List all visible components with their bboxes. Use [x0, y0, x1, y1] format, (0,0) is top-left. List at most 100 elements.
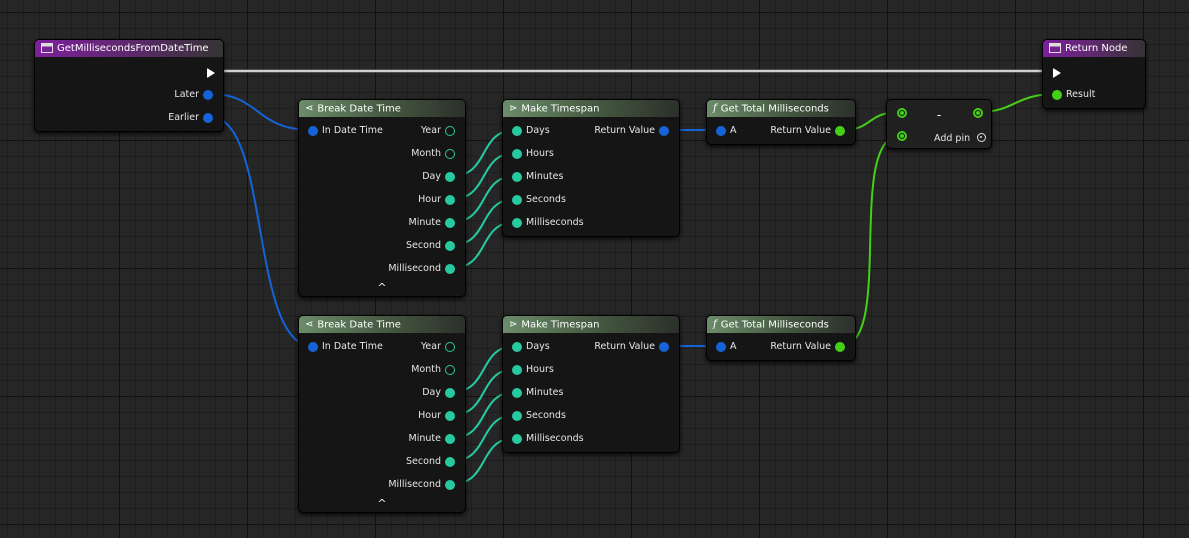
later-pin-label: Later — [174, 89, 199, 100]
millisecond-pin-2[interactable]: Millisecond — [375, 478, 455, 492]
second-label: Second — [406, 240, 441, 251]
get-total-ms-node-1[interactable]: f Get Total Milliseconds A Return Value — [706, 99, 856, 145]
minutes-pin-2[interactable]: Minutes — [512, 386, 582, 400]
int-pin-icon — [445, 434, 455, 444]
seconds-label: Seconds — [526, 410, 566, 421]
hour-pin-1[interactable]: Hour — [385, 193, 455, 207]
int-pin-icon — [512, 218, 522, 228]
day-pin-1[interactable]: Day — [385, 170, 455, 184]
int-pin-icon — [445, 457, 455, 467]
seconds-label: Seconds — [526, 194, 566, 205]
int-pin-icon — [445, 218, 455, 228]
in-date-time-label: In Date Time — [322, 125, 383, 136]
seconds-pin-1[interactable]: Seconds — [512, 193, 582, 207]
make-timespan-node-2[interactable]: ⋗ Make Timespan Days Hours Minutes Second… — [502, 315, 680, 453]
break-date-time-header-1[interactable]: ⋖ Break Date Time — [299, 100, 465, 117]
make-timespan-title-1: Make Timespan — [521, 103, 600, 115]
int-pin-icon — [445, 388, 455, 398]
int-pin-icon — [445, 480, 455, 490]
hours-pin-2[interactable]: Hours — [512, 363, 582, 377]
make-struct-icon: ⋗ — [509, 319, 518, 330]
collapse-arrow-button[interactable]: ^ — [299, 497, 465, 510]
int-pin-icon — [445, 264, 455, 274]
struct-pin-icon — [659, 342, 669, 352]
year-pin-2[interactable]: Year — [385, 340, 455, 354]
milliseconds-label: Milliseconds — [526, 433, 584, 444]
timespan-return-pin-1[interactable]: Return Value — [579, 124, 669, 138]
return-value-label: Return Value — [770, 341, 831, 352]
minute-pin-1[interactable]: Minute — [385, 216, 455, 230]
get-total-ms-header-1[interactable]: f Get Total Milliseconds — [707, 100, 855, 117]
make-timespan-header-2[interactable]: ⋗ Make Timespan — [503, 316, 679, 333]
function-entry-header[interactable]: GetMillisecondsFromDateTime — [35, 40, 223, 57]
subtract-output-pin[interactable] — [969, 106, 983, 120]
get-total-ms-node-2[interactable]: f Get Total Milliseconds A Return Value — [706, 315, 856, 361]
int-pin-icon — [512, 342, 522, 352]
result-pin[interactable]: Result — [1052, 88, 1132, 102]
int-pin-icon — [445, 172, 455, 182]
return-value-label: Return Value — [594, 125, 655, 136]
subtract-node[interactable]: - Add pin — [886, 99, 992, 149]
make-timespan-node-1[interactable]: ⋗ Make Timespan Days Hours Minutes Second… — [502, 99, 680, 237]
total-ms-return-pin-1[interactable]: Return Value — [755, 124, 845, 138]
return-node-header[interactable]: Return Node — [1043, 40, 1145, 57]
get-total-ms-title-2: Get Total Milliseconds — [720, 319, 829, 331]
a-label: A — [730, 341, 737, 352]
year-pin-1[interactable]: Year — [385, 124, 455, 138]
minute-pin-2[interactable]: Minute — [385, 432, 455, 446]
exec-out-pin[interactable] — [195, 66, 215, 80]
add-pin-label: Add pin — [934, 133, 971, 144]
get-total-ms-header-2[interactable]: f Get Total Milliseconds — [707, 316, 855, 333]
month-pin-1[interactable]: Month — [385, 147, 455, 161]
collapse-arrow-button[interactable]: ^ — [299, 281, 465, 294]
day-pin-2[interactable]: Day — [385, 386, 455, 400]
exec-in-pin[interactable] — [1053, 66, 1073, 80]
total-ms-a-pin-2[interactable]: A — [716, 340, 746, 354]
function-entry-node[interactable]: GetMillisecondsFromDateTime Later Earlie… — [34, 39, 224, 132]
exec-pin-icon — [1053, 68, 1061, 78]
int-pin-icon — [445, 241, 455, 251]
total-ms-return-pin-2[interactable]: Return Value — [755, 340, 845, 354]
timespan-return-pin-2[interactable]: Return Value — [579, 340, 669, 354]
hours-pin-1[interactable]: Hours — [512, 147, 582, 161]
milliseconds-pin-2[interactable]: Milliseconds — [512, 432, 592, 446]
later-pin[interactable]: Later — [133, 88, 213, 102]
break-struct-icon: ⋖ — [305, 319, 314, 330]
struct-pin-icon — [716, 126, 726, 136]
millisecond-label: Millisecond — [388, 479, 441, 490]
break-date-time-node-1[interactable]: ⋖ Break Date Time In Date Time Year Month… — [298, 99, 466, 297]
int-pin-icon — [512, 434, 522, 444]
second-pin-1[interactable]: Second — [385, 239, 455, 253]
break-date-time-header-2[interactable]: ⋖ Break Date Time — [299, 316, 465, 333]
int-pin-icon — [445, 195, 455, 205]
days-pin-2[interactable]: Days — [512, 340, 582, 354]
minutes-pin-1[interactable]: Minutes — [512, 170, 582, 184]
break-date-time-title-2: Break Date Time — [317, 319, 401, 331]
make-timespan-header-1[interactable]: ⋗ Make Timespan — [503, 100, 679, 117]
int-pin-icon — [512, 195, 522, 205]
millisecond-pin-1[interactable]: Millisecond — [375, 262, 455, 276]
month-pin-2[interactable]: Month — [385, 363, 455, 377]
month-label: Month — [411, 148, 441, 159]
int-pin-icon — [512, 172, 522, 182]
add-pin-button[interactable]: Add pin — [934, 132, 994, 146]
break-date-time-node-2[interactable]: ⋖ Break Date Time In Date Time Year Month… — [298, 315, 466, 513]
float-pin-icon — [1052, 90, 1062, 100]
return-node[interactable]: Return Node Result — [1042, 39, 1146, 109]
month-label: Month — [411, 364, 441, 375]
seconds-pin-2[interactable]: Seconds — [512, 409, 582, 423]
milliseconds-pin-1[interactable]: Milliseconds — [512, 216, 592, 230]
days-pin-1[interactable]: Days — [512, 124, 582, 138]
break-date-time-title-1: Break Date Time — [317, 103, 401, 115]
minutes-label: Minutes — [526, 171, 564, 182]
second-pin-2[interactable]: Second — [385, 455, 455, 469]
subtract-input-pin-b[interactable] — [897, 129, 911, 143]
earlier-pin[interactable]: Earlier — [133, 111, 213, 125]
later-wire — [210, 93, 313, 131]
earlier-pin-label: Earlier — [168, 112, 199, 123]
total-ms-a-pin-1[interactable]: A — [716, 124, 746, 138]
float-pin-icon — [835, 126, 845, 136]
struct-pin-icon — [203, 113, 213, 123]
hour-pin-2[interactable]: Hour — [385, 409, 455, 423]
second-label: Second — [406, 456, 441, 467]
